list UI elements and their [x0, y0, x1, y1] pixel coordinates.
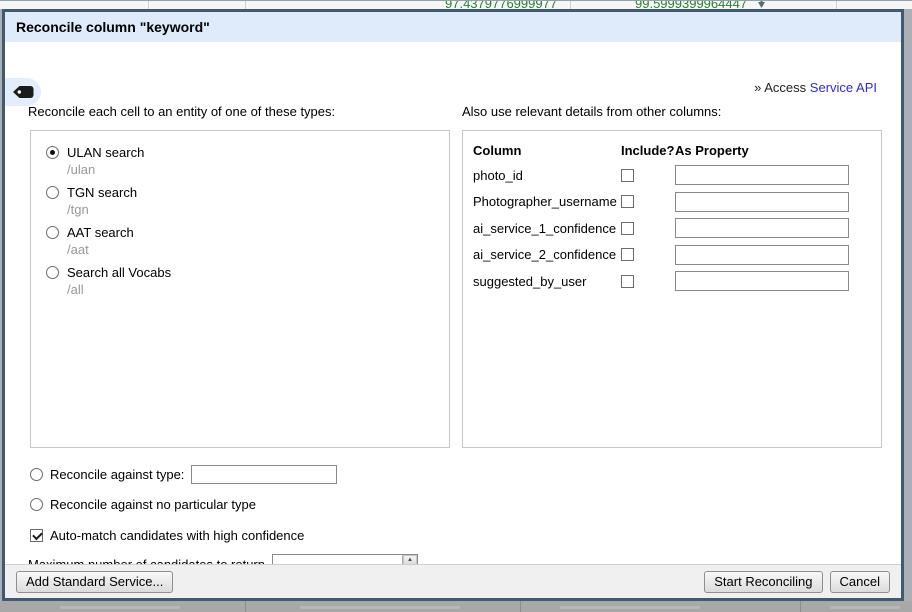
type-label: ULAN search: [67, 145, 144, 160]
type-id: /tgn: [67, 202, 449, 217]
type-label: AAT search: [67, 225, 134, 240]
include-checkbox[interactable]: [621, 275, 634, 288]
include-checkbox[interactable]: [621, 169, 634, 182]
type-id: /aat: [67, 242, 449, 257]
col-header-as-property: As Property: [675, 143, 871, 158]
col-header-include: Include?: [621, 143, 675, 158]
types-panel: ULAN search /ulan TGN search /tgn AAT se…: [30, 130, 450, 448]
bg-dimmed-text: [60, 606, 180, 609]
bg-number-cell: 97.4379776999977: [445, 0, 557, 9]
footer-right-buttons: Start Reconciling Cancel: [704, 571, 890, 593]
type-option-all[interactable]: Search all Vocabs: [46, 265, 449, 280]
no-type-label: Reconcile against no particular type: [50, 497, 256, 512]
bg-cell-border: [148, 1, 149, 9]
include-checkbox[interactable]: [621, 195, 634, 208]
include-checkbox[interactable]: [621, 222, 634, 235]
no-particular-type-option[interactable]: Reconcile against no particular type: [30, 497, 256, 512]
against-type-input[interactable]: [191, 465, 337, 484]
as-property-input[interactable]: [675, 218, 849, 238]
tag-icon: [12, 85, 34, 99]
add-standard-service-button[interactable]: Add Standard Service...: [16, 571, 173, 593]
col-header-column: Column: [473, 143, 621, 158]
column-name: ai_service_2_confidence: [473, 247, 621, 262]
bg-cell-border: [800, 601, 801, 612]
against-type-label: Reconcile against type:: [50, 467, 184, 482]
automatch-label: Auto-match candidates with high confiden…: [50, 528, 304, 543]
access-service-api: » Access Service API: [754, 80, 877, 95]
column-name: photo_id: [473, 168, 621, 183]
as-property-input[interactable]: [675, 245, 849, 265]
bg-cell-border: [245, 601, 246, 612]
automatch-option[interactable]: Auto-match candidates with high confiden…: [30, 528, 304, 543]
cancel-button[interactable]: Cancel: [830, 571, 890, 593]
background-table-bottom: [0, 601, 912, 612]
column-name: suggested_by_user: [473, 274, 621, 289]
access-prefix: » Access: [754, 80, 806, 95]
screen: 97.4379776999977 99.5999399964447 Reconc…: [0, 0, 912, 612]
automatch-checkbox[interactable]: [30, 529, 43, 542]
type-id: /all: [67, 282, 449, 297]
bg-cell-border: [570, 1, 571, 9]
dialog-footer: Add Standard Service... Start Reconcilin…: [5, 564, 901, 598]
as-property-input[interactable]: [675, 165, 849, 185]
radio-aat[interactable]: [46, 226, 59, 239]
tag-icon-blob: [5, 78, 41, 106]
service-api-link[interactable]: Service API: [810, 80, 877, 95]
types-section-label: Reconcile each cell to an entity of one …: [28, 104, 335, 119]
dialog-header: Reconcile column "keyword": [5, 12, 901, 42]
type-option-ulan[interactable]: ULAN search: [46, 145, 449, 160]
bg-dimmed-text: [560, 606, 700, 609]
start-reconciling-button[interactable]: Start Reconciling: [704, 571, 822, 593]
bg-cell-border: [520, 601, 521, 612]
bg-cell-border: [245, 1, 246, 9]
type-id: /ulan: [67, 162, 449, 177]
radio-against-type[interactable]: [30, 468, 43, 481]
bg-number-cell: 99.5999399964447: [635, 0, 747, 9]
background-table-top: 97.4379776999977 99.5999399964447: [0, 0, 912, 9]
radio-tgn[interactable]: [46, 186, 59, 199]
columns-panel: Column Include? As Property photo_id Pho…: [462, 130, 882, 448]
as-property-input[interactable]: [675, 271, 849, 291]
bg-dimmed-text: [830, 606, 900, 609]
radio-no-type[interactable]: [30, 498, 43, 511]
as-property-input[interactable]: [675, 192, 849, 212]
reconcile-dialog: Reconcile column "keyword" » Access Serv…: [2, 9, 904, 601]
columns-section-label: Also use relevant details from other col…: [462, 104, 721, 119]
include-checkbox[interactable]: [621, 248, 634, 261]
type-option-aat[interactable]: AAT search: [46, 225, 449, 240]
type-label: Search all Vocabs: [67, 265, 171, 280]
type-label: TGN search: [67, 185, 137, 200]
radio-ulan[interactable]: [46, 146, 59, 159]
bg-dimmed-text: [300, 606, 460, 609]
bg-cell-icon: [758, 0, 765, 8]
type-option-tgn[interactable]: TGN search: [46, 185, 449, 200]
bg-cell-border: [836, 1, 837, 9]
reconcile-against-type-option[interactable]: Reconcile against type:: [30, 465, 337, 484]
columns-table: Column Include? As Property photo_id Pho…: [473, 138, 871, 295]
column-name: ai_service_1_confidence: [473, 221, 621, 236]
dialog-body: » Access Service API Reconcile each cell…: [5, 42, 901, 564]
dialog-title: Reconcile column "keyword": [16, 19, 210, 35]
radio-all[interactable]: [46, 266, 59, 279]
column-name: Photographer_username: [473, 194, 621, 209]
